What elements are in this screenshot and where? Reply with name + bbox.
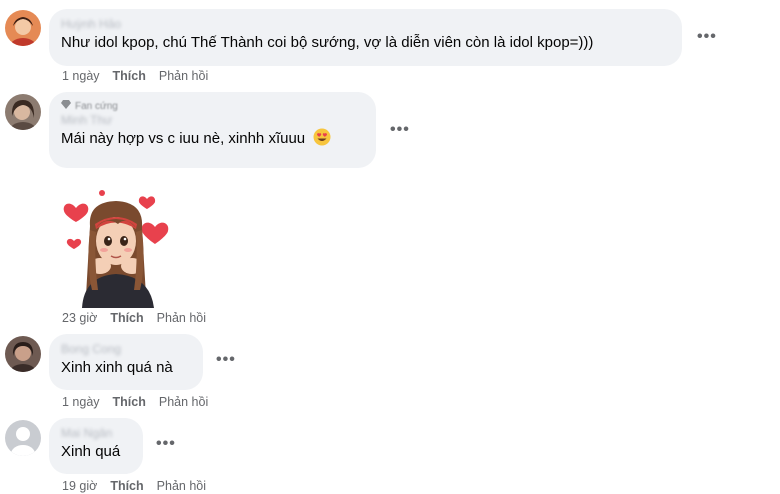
comment-bubble: Bong Cong Xinh xinh quá nà: [49, 334, 203, 390]
more-options-icon[interactable]: •••: [216, 352, 236, 368]
like-button[interactable]: Thích: [113, 69, 146, 83]
timestamp[interactable]: 1 ngày: [62, 395, 100, 409]
comment-actions: 1 ngày Thích Phản hồi: [62, 69, 208, 83]
more-options-icon[interactable]: •••: [697, 29, 717, 45]
heart-eyes-emoji-icon: [313, 128, 331, 153]
comment-actions: 1 ngày Thích Phản hồi: [62, 395, 208, 409]
avatar[interactable]: [5, 94, 41, 130]
reply-button[interactable]: Phản hồi: [159, 69, 208, 83]
more-options-icon[interactable]: •••: [390, 122, 410, 138]
comment-text: Xinh quá: [61, 443, 121, 460]
timestamp[interactable]: 23 giờ: [62, 311, 97, 325]
comment-bubble: Mai Ngân Xinh quá: [49, 418, 143, 474]
reply-button[interactable]: Phản hồi: [159, 395, 208, 409]
comment-text: Xinh xinh quá nà: [61, 359, 173, 376]
author-name[interactable]: Mai Ngân: [61, 426, 131, 441]
comment-actions: 19 giờ Thích Phản hồi: [62, 479, 206, 493]
comment-bubble: Fan cứng Minh Thư Mái này hợp vs c iuu n…: [49, 92, 376, 168]
comment-text-content: Mái này hợp vs c iuu nè, xinhh xĩuuu: [61, 130, 306, 147]
like-button[interactable]: Thích: [110, 311, 143, 325]
comment-text: Mái này hợp vs c iuu nè, xinhh xĩuuu: [61, 128, 364, 153]
like-button[interactable]: Thích: [113, 395, 146, 409]
avatar[interactable]: [5, 336, 41, 372]
timestamp[interactable]: 1 ngày: [62, 69, 100, 83]
author-name[interactable]: Huỳnh Hảo: [61, 17, 670, 32]
author-name[interactable]: Minh Thư: [61, 113, 364, 128]
author-name[interactable]: Bong Cong: [61, 342, 191, 357]
girl-with-hearts-sticker: [60, 186, 172, 308]
timestamp[interactable]: 19 giờ: [62, 479, 97, 493]
comment-text: Như idol kpop, chú Thế Thành coi bộ sướn…: [61, 34, 594, 51]
diamond-icon: [61, 100, 71, 113]
more-options-icon[interactable]: •••: [156, 436, 176, 452]
like-button[interactable]: Thích: [110, 479, 143, 493]
comment-bubble: Huỳnh Hảo Như idol kpop, chú Thế Thành c…: [49, 9, 682, 66]
reply-button[interactable]: Phản hồi: [157, 479, 206, 493]
badge-label: Fan cứng: [75, 100, 118, 112]
comment-actions: 23 giờ Thích Phản hồi: [62, 311, 206, 325]
avatar[interactable]: [5, 10, 41, 46]
avatar[interactable]: [5, 420, 41, 456]
fan-badge: Fan cứng: [61, 100, 364, 113]
reply-button[interactable]: Phản hồi: [157, 311, 206, 325]
